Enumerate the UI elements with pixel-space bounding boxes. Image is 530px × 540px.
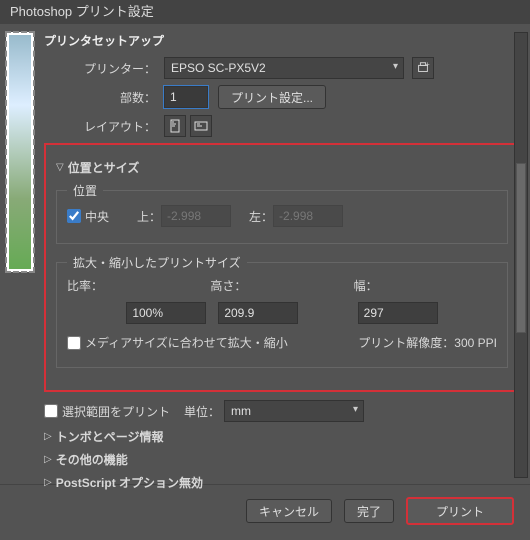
cancel-button[interactable]: キャンセル [246,499,332,523]
printer-properties-icon[interactable]: + [412,57,434,79]
print-button[interactable]: プリント [406,497,514,525]
chevron-right-icon: ▷ [44,477,52,488]
unit-select[interactable]: mm [224,400,364,422]
print-resolution-label: プリント解像度：300 PPI [358,334,497,351]
other-heading: その他の機能 [56,451,128,468]
marks-heading: トンボとページ情報 [56,428,164,445]
ratio-input[interactable] [126,302,206,324]
height-input[interactable] [218,302,298,324]
print-settings-button[interactable]: プリント設定... [218,85,326,109]
width-label: 幅： [354,277,497,294]
left-label: 左： [249,208,273,225]
printer-select[interactable]: EPSO SC-PX5V2 [164,57,404,79]
done-button[interactable]: 完了 [344,499,394,523]
layout-label: レイアウト： [44,118,164,135]
print-selection-checkbox[interactable]: 選択範囲をプリント [44,403,170,420]
marks-section[interactable]: ▷ トンボとページ情報 [44,428,520,445]
position-size-highlight: ▽ 位置とサイズ 位置 中央 上： 左： [44,143,520,392]
ratio-label: 比率： [67,277,210,294]
height-label: 高さ： [210,277,353,294]
width-input[interactable] [358,302,438,324]
scaled-size-legend: 拡大・縮小したプリントサイズ [67,254,247,271]
postscript-section[interactable]: ▷ PostScript オプション無効 [44,474,520,491]
fit-media-label: メディアサイズに合わせて拡大・縮小 [85,334,288,351]
window-title: Photoshop プリント設定 [0,0,530,24]
top-input [161,205,231,227]
copies-label: 部数： [44,89,164,106]
layout-portrait-icon[interactable] [164,115,186,137]
printer-setup-heading: プリンタセットアップ [44,32,520,49]
position-size-section[interactable]: ▽ 位置とサイズ [56,159,508,176]
layout-landscape-icon[interactable] [190,115,212,137]
position-size-heading: 位置とサイズ [68,159,140,176]
printer-label: プリンター： [44,60,164,77]
copies-input[interactable] [164,86,208,108]
print-selection-label: 選択範囲をプリント [62,403,170,420]
scrollbar-thumb[interactable] [516,163,526,333]
other-section[interactable]: ▷ その他の機能 [44,451,520,468]
scrollbar[interactable] [514,32,528,478]
chevron-down-icon: ▽ [56,162,64,173]
center-checkbox[interactable]: 中央 [67,208,109,225]
preview-pane [0,24,38,484]
postscript-heading: PostScript オプション無効 [56,474,203,491]
chevron-right-icon: ▷ [44,454,52,465]
top-label: 上： [137,208,161,225]
svg-text:+: + [426,61,430,68]
left-input [273,205,343,227]
position-legend: 位置 [67,182,103,199]
unit-label: 単位： [184,403,220,420]
chevron-right-icon: ▷ [44,431,52,442]
fit-media-checkbox[interactable]: メディアサイズに合わせて拡大・縮小 [67,334,288,351]
page-preview [6,32,34,272]
center-label: 中央 [85,208,109,225]
